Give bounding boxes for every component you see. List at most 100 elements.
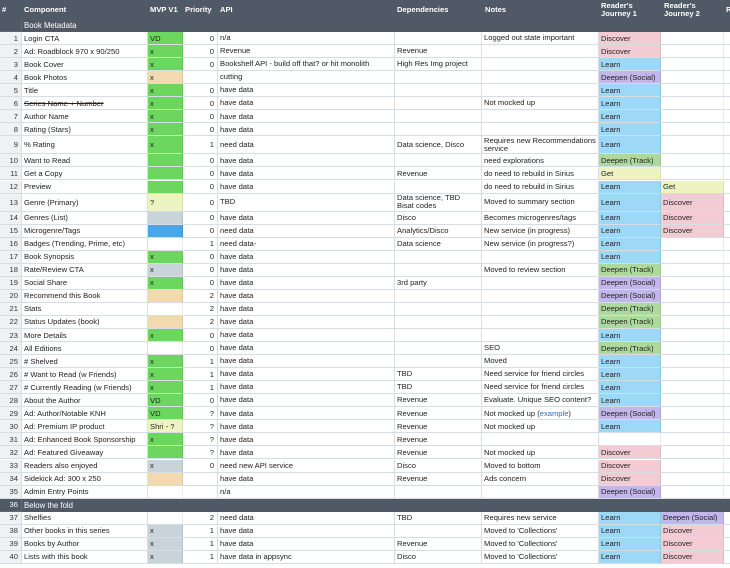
journey-1-cell[interactable]: Learn bbox=[599, 420, 661, 434]
journey-1-cell[interactable]: Learn bbox=[599, 550, 661, 564]
journey-2-cell[interactable] bbox=[661, 459, 724, 473]
component-cell[interactable]: Ad: Roadblock 970 x 90/250 bbox=[22, 45, 148, 59]
component-cell[interactable]: Sidekick Ad: 300 x 250 bbox=[22, 472, 148, 486]
dependencies-cell[interactable]: Disco bbox=[395, 211, 482, 225]
journey-2-cell[interactable] bbox=[661, 32, 724, 46]
dependencies-cell[interactable]: Revenue bbox=[395, 45, 482, 59]
api-cell[interactable]: have data bbox=[218, 472, 395, 486]
dependencies-cell[interactable] bbox=[395, 180, 482, 194]
component-cell[interactable]: # Want to Read (w Friends) bbox=[22, 368, 148, 382]
row-number[interactable]: 16 bbox=[0, 237, 22, 251]
journey-1-cell[interactable]: Deepen (Track) bbox=[599, 315, 661, 329]
journey-3-cell[interactable] bbox=[724, 381, 730, 395]
mvp-cell[interactable] bbox=[148, 154, 183, 168]
mvp-cell[interactable] bbox=[148, 485, 183, 499]
journey-2-cell[interactable] bbox=[661, 71, 724, 85]
component-cell[interactable]: Rating (Stars) bbox=[22, 123, 148, 137]
api-cell[interactable]: need data bbox=[218, 224, 395, 238]
dependencies-cell[interactable] bbox=[395, 289, 482, 303]
mvp-cell[interactable] bbox=[148, 180, 183, 194]
mvp-cell[interactable] bbox=[148, 167, 183, 181]
component-cell[interactable]: Want to Read bbox=[22, 154, 148, 168]
journey-3-cell[interactable] bbox=[724, 368, 730, 382]
notes-cell[interactable]: need explorations bbox=[482, 154, 599, 168]
api-cell[interactable]: have data bbox=[218, 342, 395, 356]
dependencies-cell[interactable] bbox=[395, 84, 482, 98]
journey-1-cell[interactable]: Learn bbox=[599, 537, 661, 551]
journey-3-cell[interactable] bbox=[724, 407, 730, 421]
mvp-cell[interactable]: ? bbox=[148, 193, 183, 212]
journey-2-cell[interactable] bbox=[661, 97, 724, 111]
api-cell[interactable]: n/a bbox=[218, 485, 395, 499]
mvp-cell[interactable]: x bbox=[148, 355, 183, 369]
dependencies-cell[interactable]: Disco bbox=[395, 550, 482, 564]
journey-3-cell[interactable] bbox=[724, 329, 730, 343]
notes-cell[interactable]: Need service for friend circles bbox=[482, 368, 599, 382]
dependencies-cell[interactable]: TBD bbox=[395, 381, 482, 395]
notes-cell[interactable] bbox=[482, 433, 599, 447]
mvp-cell[interactable] bbox=[148, 446, 183, 460]
journey-3-cell[interactable] bbox=[724, 446, 730, 460]
priority-cell[interactable]: 0 bbox=[183, 263, 218, 277]
component-cell[interactable]: Status Updates (book) bbox=[22, 315, 148, 329]
journey-2-cell[interactable] bbox=[661, 45, 724, 59]
column-header-dependencies[interactable]: Dependencies bbox=[397, 0, 477, 19]
priority-cell[interactable]: 0 bbox=[183, 58, 218, 72]
api-cell[interactable]: have data bbox=[218, 302, 395, 316]
journey-1-cell[interactable]: Learn bbox=[599, 250, 661, 264]
mvp-cell[interactable]: x bbox=[148, 123, 183, 137]
row-number[interactable]: 40 bbox=[0, 550, 22, 564]
component-cell[interactable]: Book Synopsis bbox=[22, 250, 148, 264]
notes-cell[interactable]: Not mocked up bbox=[482, 420, 599, 434]
dependencies-cell[interactable]: Analytics/Disco bbox=[395, 224, 482, 238]
journey-1-cell[interactable]: Deepen (Track) bbox=[599, 154, 661, 168]
priority-cell[interactable]: ? bbox=[183, 446, 218, 460]
dependencies-cell[interactable] bbox=[395, 485, 482, 499]
journey-3-cell[interactable] bbox=[724, 525, 730, 538]
column-header-journey-2[interactable]: Reader's Journey 2 bbox=[664, 0, 722, 19]
journey-1-cell[interactable]: Learn bbox=[599, 368, 661, 382]
row-number[interactable]: 14 bbox=[0, 211, 22, 225]
component-cell[interactable]: Recommend this Book bbox=[22, 289, 148, 303]
priority-cell[interactable] bbox=[183, 485, 218, 499]
component-cell[interactable]: Ad: Featured Giveaway bbox=[22, 446, 148, 460]
component-cell[interactable]: Badges (Trending, Prime, etc) bbox=[22, 237, 148, 251]
api-cell[interactable]: need data bbox=[218, 136, 395, 155]
priority-cell[interactable]: 0 bbox=[183, 180, 218, 194]
component-cell[interactable]: More Details bbox=[22, 329, 148, 343]
column-header-journey-1[interactable]: Reader's Journey 1 bbox=[601, 0, 659, 19]
api-cell[interactable]: have data bbox=[218, 167, 395, 181]
api-cell[interactable]: have data bbox=[218, 289, 395, 303]
dependencies-cell[interactable]: Revenue bbox=[395, 446, 482, 460]
notes-cell[interactable]: Moved bbox=[482, 355, 599, 369]
mvp-cell[interactable] bbox=[148, 224, 183, 238]
journey-2-cell[interactable] bbox=[661, 237, 724, 251]
api-cell[interactable]: have data bbox=[218, 84, 395, 98]
journey-2-cell[interactable] bbox=[661, 329, 724, 343]
dependencies-cell[interactable] bbox=[395, 32, 482, 46]
mvp-cell[interactable] bbox=[148, 237, 183, 251]
mvp-cell[interactable]: x bbox=[148, 136, 183, 155]
priority-cell[interactable]: 0 bbox=[183, 154, 218, 168]
dependencies-cell[interactable]: Revenue bbox=[395, 407, 482, 421]
dependencies-cell[interactable]: Data science bbox=[395, 237, 482, 251]
journey-1-cell[interactable]: Learn bbox=[599, 211, 661, 225]
journey-1-cell[interactable]: Discover bbox=[599, 45, 661, 59]
journey-3-cell[interactable] bbox=[724, 394, 730, 408]
journey-3-cell[interactable] bbox=[724, 154, 730, 168]
mvp-cell[interactable] bbox=[148, 472, 183, 486]
component-cell[interactable]: Title bbox=[22, 84, 148, 98]
dependencies-cell[interactable] bbox=[395, 123, 482, 137]
row-number[interactable]: 37 bbox=[0, 511, 22, 525]
api-cell[interactable]: have data in appsync bbox=[218, 550, 395, 564]
mvp-cell[interactable]: x bbox=[148, 97, 183, 111]
notes-cell[interactable] bbox=[482, 329, 599, 343]
component-cell[interactable]: All Editions bbox=[22, 342, 148, 356]
notes-cell[interactable]: Moved to 'Collections' bbox=[482, 537, 599, 551]
dependencies-cell[interactable]: Data science, TBD Bisat codes bbox=[395, 193, 482, 212]
row-number[interactable]: 20 bbox=[0, 289, 22, 303]
api-cell[interactable]: have data bbox=[218, 154, 395, 168]
priority-cell[interactable]: ? bbox=[183, 407, 218, 421]
row-number[interactable]: 18 bbox=[0, 263, 22, 277]
api-cell[interactable]: Bookshelf API - build off that? or hit m… bbox=[218, 58, 395, 72]
